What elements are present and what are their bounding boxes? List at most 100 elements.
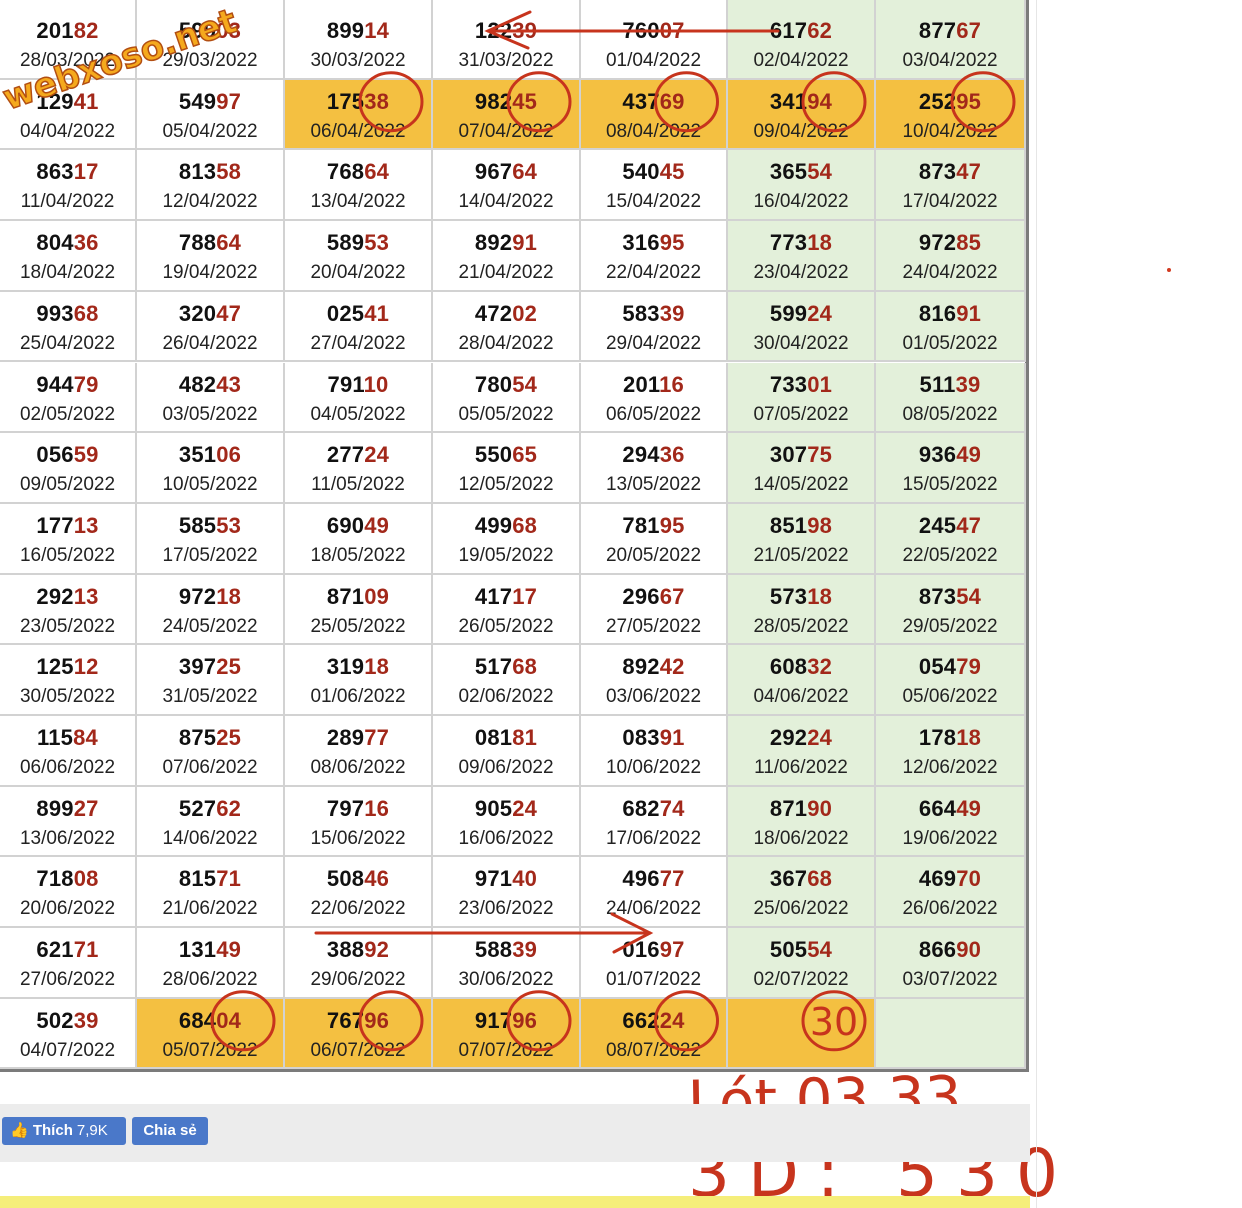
result-cell: 47202 28/04/2022 (433, 291, 581, 363)
result-date: 28/03/2022 (19, 50, 116, 71)
share-button[interactable]: Chia sẻ (132, 1117, 208, 1145)
result-date: 11/06/2022 (754, 757, 848, 778)
result-number: 78054 (474, 371, 538, 397)
result-cell: 94479 02/05/2022 (0, 362, 137, 434)
result-number: 99368 (36, 300, 99, 326)
result-cell: 97285 24/04/2022 (876, 221, 1026, 292)
result-date: 27/05/2022 (605, 615, 702, 637)
result-number: 81358 (178, 159, 242, 185)
result-cell: 86690 03/07/2022 (876, 928, 1026, 999)
result-number: 58339 (622, 300, 685, 326)
result-cell: 93649 15/05/2022 (876, 433, 1026, 504)
result-date: 22/05/2022 (902, 544, 998, 566)
result-date: 31/05/2022 (162, 686, 258, 708)
result-cell: 17538 06/04/2022 (285, 79, 433, 151)
result-cell: 76796 06/07/2022 (285, 998, 433, 1070)
result-number: 17538 (326, 88, 390, 114)
result-date: 25/04/2022 (19, 332, 116, 354)
result-date: 03/04/2022 (902, 50, 998, 71)
result-cell: 97140 23/06/2022 (433, 857, 581, 929)
result-cell: 79110 04/05/2022 (285, 362, 433, 434)
result-date: 15/04/2022 (605, 191, 702, 213)
result-cell: 43769 08/04/2022 (581, 79, 728, 151)
result-number: 89291 (474, 230, 538, 256)
result-number: 58953 (326, 230, 390, 256)
result-date: 23/05/2022 (19, 615, 116, 637)
result-cell: 32047 26/04/2022 (137, 291, 285, 363)
result-cell: 79716 15/06/2022 (285, 786, 433, 858)
result-cell: 49677 24/06/2022 (581, 857, 728, 929)
result-number: 35106 (178, 442, 242, 468)
result-number: 98245 (474, 88, 538, 114)
result-cell: 58553 17/05/2022 (137, 503, 285, 575)
result-cell: 48243 03/05/2022 (137, 362, 285, 434)
result-cell: 12239 31/03/2022 (433, 0, 581, 80)
result-date: 29/06/2022 (310, 969, 406, 991)
result-number: 80436 (36, 230, 99, 256)
result-date: 02/07/2022 (753, 969, 849, 991)
result-number: 49677 (622, 866, 685, 892)
result-number: 55065 (474, 442, 538, 468)
result-date: 12/06/2022 (902, 757, 998, 778)
result-date: 01/07/2022 (605, 969, 702, 991)
result-number: 62171 (36, 937, 99, 963)
result-number: 60832 (769, 654, 833, 680)
result-date: 08/06/2022 (310, 757, 406, 778)
result-cell: 98245 07/04/2022 (433, 79, 581, 151)
result-number: 20116 (623, 371, 684, 397)
result-date: 10/06/2022 (605, 757, 702, 778)
result-cell: 71808 20/06/2022 (0, 857, 137, 929)
result-cell: 59924 30/04/2022 (728, 291, 876, 363)
result-date: 29/03/2022 (162, 50, 258, 71)
result-number: 52762 (178, 795, 242, 821)
result-cell: 89927 13/06/2022 (0, 786, 137, 858)
result-number: 24547 (918, 512, 982, 538)
result-cell: 12512 30/05/2022 (0, 645, 137, 716)
result-number: 50239 (36, 1007, 99, 1033)
like-button[interactable]: 👍 Thích 7,9K (2, 1117, 126, 1145)
result-number: 46970 (918, 866, 982, 892)
result-number: 85198 (769, 512, 833, 538)
result-number: 12512 (36, 654, 99, 680)
result-cell: 87767 03/04/2022 (876, 0, 1026, 80)
result-date: 17/06/2022 (605, 827, 702, 849)
result-cell: 50846 22/06/2022 (285, 857, 433, 929)
result-cell (876, 998, 1026, 1070)
result-number: 76796 (326, 1007, 390, 1033)
result-cell: 51139 08/05/2022 (876, 362, 1026, 434)
result-date: 23/06/2022 (458, 898, 554, 920)
result-cell: 31918 01/06/2022 (285, 645, 433, 716)
result-date: 08/05/2022 (902, 403, 998, 425)
result-date: 16/05/2022 (19, 544, 116, 566)
like-label: Thích (32, 1122, 73, 1139)
result-number: 90524 (474, 795, 538, 821)
result-cell: 99368 25/04/2022 (0, 291, 137, 363)
result-cell: 08181 09/06/2022 (433, 716, 581, 787)
result-date: 12/05/2022 (458, 474, 554, 496)
result-number: 89242 (622, 654, 685, 680)
result-number: 50554 (769, 937, 833, 963)
result-cell: 29213 23/05/2022 (0, 574, 137, 646)
result-number: 87354 (918, 583, 982, 609)
result-cell: 54045 15/04/2022 (581, 150, 728, 222)
result-number: 59924 (769, 300, 833, 326)
result-date: 04/07/2022 (19, 1039, 116, 1061)
result-cell: 20182 28/03/2022 (0, 0, 137, 80)
result-number: 86690 (918, 937, 982, 963)
result-cell: 28977 08/06/2022 (285, 716, 433, 787)
result-date: 19/05/2022 (458, 544, 554, 566)
result-number: 61762 (769, 18, 833, 43)
result-cell: 68274 17/06/2022 (581, 786, 728, 858)
result-number: 25295 (918, 88, 982, 114)
result-cell: 17818 12/06/2022 (876, 716, 1026, 787)
result-cell: 78054 05/05/2022 (433, 362, 581, 434)
result-number: 87767 (918, 18, 982, 43)
result-cell: 39725 31/05/2022 (137, 645, 285, 716)
result-date: 14/04/2022 (458, 191, 554, 213)
result-cell: 61762 02/04/2022 (728, 0, 876, 80)
result-cell: 69049 18/05/2022 (285, 503, 433, 575)
result-date: 26/05/2022 (458, 615, 554, 637)
result-cell: 76864 13/04/2022 (285, 150, 433, 222)
result-cell: 49968 19/05/2022 (433, 503, 581, 575)
result-cell: 57318 28/05/2022 (728, 574, 876, 646)
